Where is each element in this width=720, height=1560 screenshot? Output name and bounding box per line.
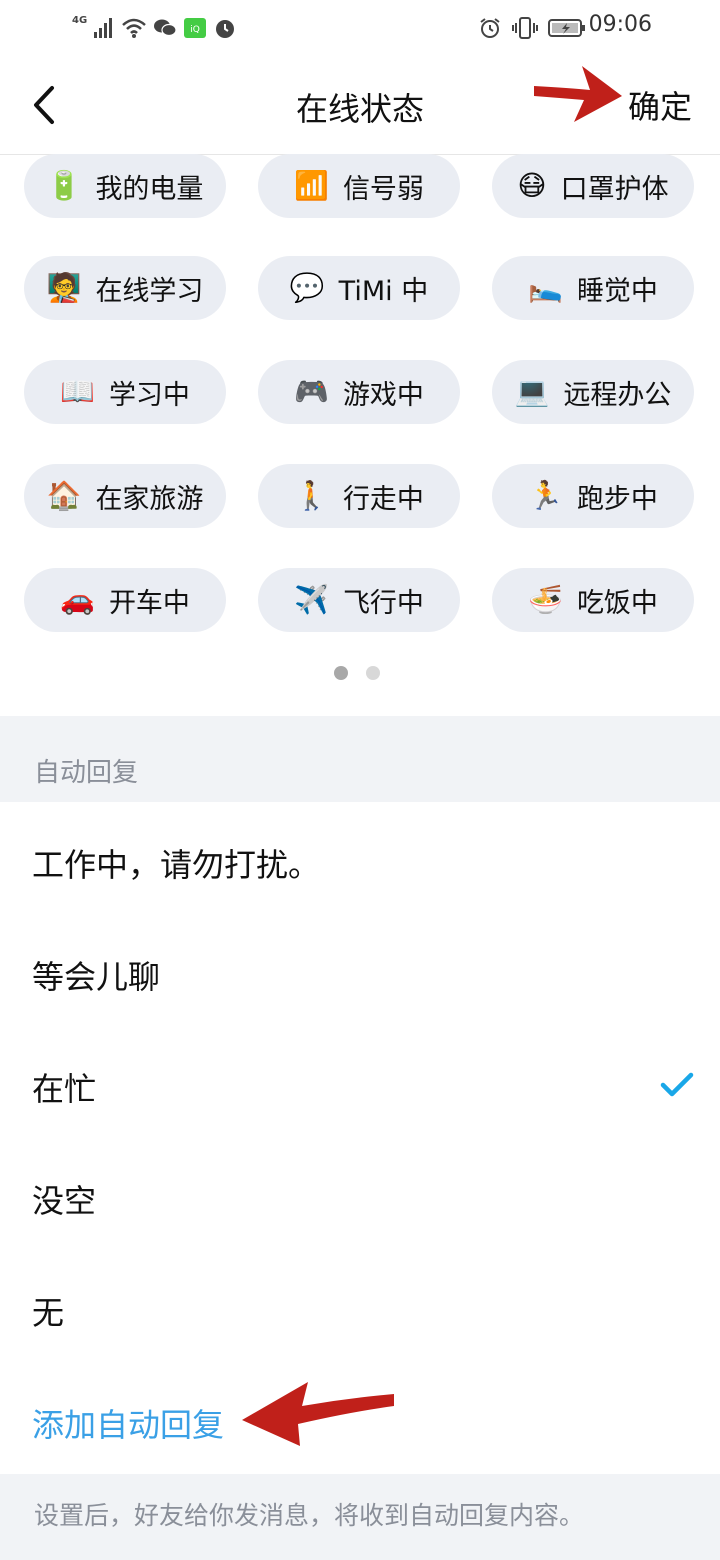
- annotation-arrow-icon: [242, 1382, 394, 1446]
- battery-status-icon: [548, 17, 586, 39]
- auto-reply-option[interactable]: 在忙: [0, 1028, 720, 1140]
- status-chip[interactable]: 🧑‍🏫 在线学习: [24, 256, 226, 320]
- auto-reply-option[interactable]: 工作中，请勿打扰。: [0, 804, 720, 916]
- running-icon: 🏃: [528, 479, 563, 512]
- walking-icon: 🚶: [294, 479, 329, 512]
- status-chip-label: 飞行中: [342, 587, 424, 619]
- wechat-icon: [153, 17, 177, 39]
- status-right-icons: [478, 14, 586, 42]
- battery-icon: 🔋: [46, 169, 82, 202]
- mask-icon: 😷: [517, 169, 547, 202]
- noodle-bowl-icon: 🍜: [528, 583, 563, 616]
- status-chip[interactable]: 🚗 开车中: [24, 568, 226, 632]
- network-type: 4G: [72, 14, 88, 26]
- status-chip-label: 在线学习: [95, 275, 204, 307]
- auto-reply-label: 等会儿聊: [32, 958, 161, 996]
- status-chip[interactable]: 🛌 睡觉中: [492, 256, 694, 320]
- alarm-icon: [213, 16, 237, 40]
- auto-reply-option[interactable]: 没空: [0, 1140, 720, 1252]
- wifi-icon: [121, 17, 147, 39]
- status-chip[interactable]: 📖 学习中: [24, 360, 226, 424]
- status-left-icons: 4G iQ: [72, 14, 237, 42]
- status-chip[interactable]: 🍜 吃饭中: [492, 568, 694, 632]
- auto-reply-option[interactable]: 等会儿聊: [0, 916, 720, 1028]
- vibrate-icon: [512, 16, 538, 40]
- status-chip-label: 游戏中: [342, 379, 424, 411]
- confirm-button[interactable]: 确定: [628, 82, 692, 128]
- status-chip-label: 我的电量: [95, 173, 204, 205]
- status-chip-label: 睡觉中: [576, 275, 658, 307]
- section-header-label: 自动回复: [34, 758, 139, 788]
- book-icon: 📖: [60, 375, 95, 408]
- status-chip[interactable]: 🏠 在家旅游: [24, 464, 226, 528]
- status-chip-label: TiMi 中: [338, 275, 429, 307]
- status-chip-label: 在家旅游: [95, 483, 204, 515]
- study-board-icon: 🧑‍🏫: [46, 271, 82, 304]
- status-chip[interactable]: 😷 口罩护体: [492, 154, 694, 218]
- page-dot-active[interactable]: [334, 666, 348, 680]
- page-indicator: [334, 666, 380, 680]
- bed-icon: 🛌: [528, 271, 563, 304]
- footer-note-text: 设置后，好友给你发消息，将收到自动回复内容。: [34, 1501, 585, 1530]
- status-chip[interactable]: 💬 TiMi 中: [258, 256, 460, 320]
- status-chip-label: 口罩护体: [560, 173, 669, 205]
- status-chip-label: 开车中: [108, 587, 190, 619]
- svg-text:iQ: iQ: [190, 25, 200, 35]
- status-chip-label: 跑步中: [576, 483, 658, 515]
- auto-reply-label: 无: [32, 1294, 65, 1332]
- annotation-arrow-icon: [534, 66, 622, 122]
- cell-signal-icon: [93, 17, 115, 39]
- auto-reply-label: 没空: [32, 1182, 97, 1220]
- status-chip-label: 行走中: [342, 483, 424, 515]
- airplane-icon: ✈️: [294, 583, 329, 616]
- status-chip[interactable]: 🏃 跑步中: [492, 464, 694, 528]
- section-header: 自动回复: [0, 716, 720, 802]
- status-chip[interactable]: ✈️ 飞行中: [258, 568, 460, 632]
- footer-note: 设置后，好友给你发消息，将收到自动回复内容。: [0, 1474, 720, 1560]
- gamepad-icon: 🎮: [294, 375, 329, 408]
- status-chip-label: 远程办公: [563, 379, 672, 411]
- laptop-icon: 💻: [514, 375, 550, 408]
- status-chip[interactable]: 🚶 行走中: [258, 464, 460, 528]
- checkmark-icon: [660, 1072, 694, 1097]
- status-chip[interactable]: 🔋 我的电量: [24, 154, 226, 218]
- page-dot[interactable]: [366, 666, 380, 680]
- status-chip[interactable]: 🎮 游戏中: [258, 360, 460, 424]
- timi-icon: 💬: [289, 271, 325, 304]
- signal-icon: 📶: [294, 169, 329, 202]
- alarm-clock-icon: [478, 16, 502, 40]
- clock-time: 09:06: [588, 12, 652, 37]
- house-icon: 🏠: [46, 479, 82, 512]
- iqiyi-icon: iQ: [183, 17, 207, 39]
- status-chip-label: 信号弱: [342, 173, 424, 205]
- auto-reply-label: 工作中，请勿打扰。: [32, 846, 321, 884]
- status-chip-label: 吃饭中: [576, 587, 658, 619]
- add-auto-reply-button[interactable]: 添加自动回复: [32, 1400, 224, 1446]
- auto-reply-label: 在忙: [32, 1070, 97, 1108]
- status-chip[interactable]: 📶 信号弱: [258, 154, 460, 218]
- status-bar: 4G iQ 09:06: [0, 0, 720, 56]
- auto-reply-option[interactable]: 无: [0, 1252, 720, 1364]
- status-chip-label: 学习中: [108, 379, 190, 411]
- status-chip[interactable]: 💻 远程办公: [492, 360, 694, 424]
- car-icon: 🚗: [60, 583, 95, 616]
